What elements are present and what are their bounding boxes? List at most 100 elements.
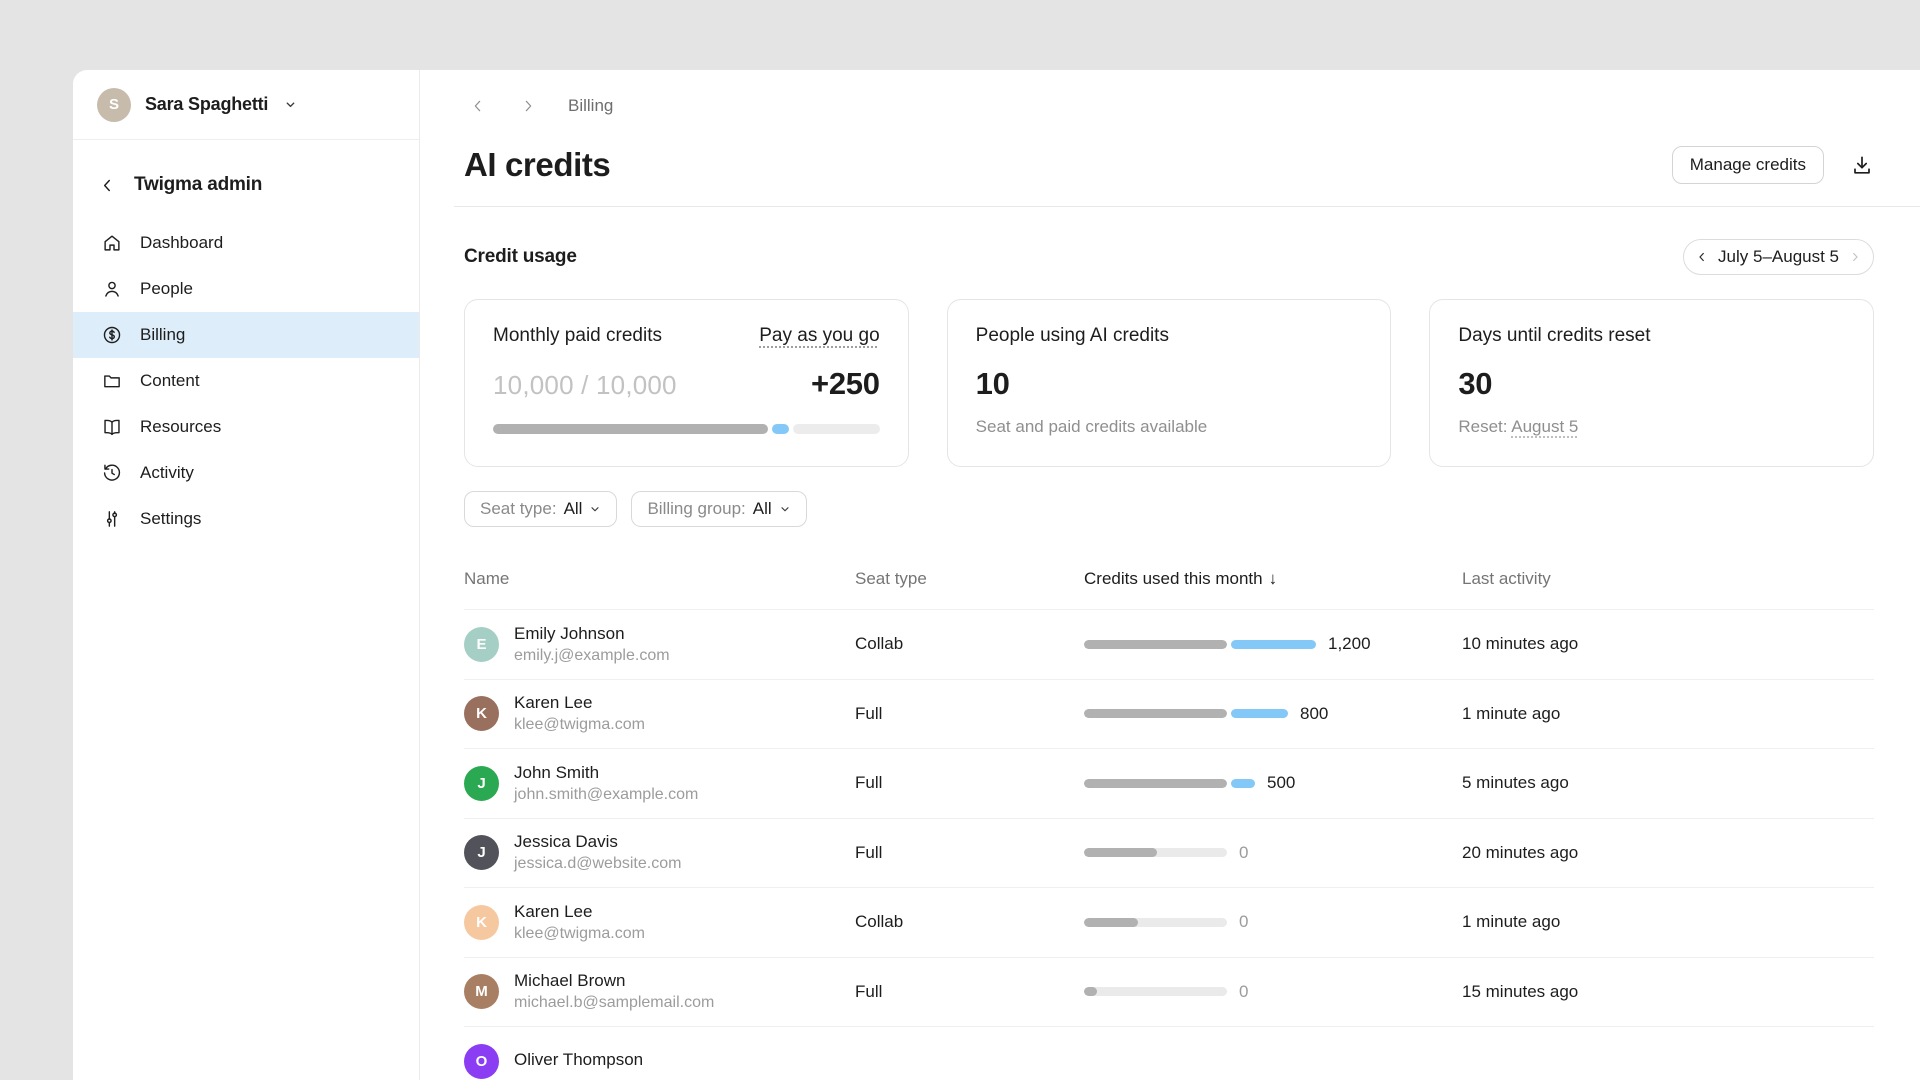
card-subtext: Seat and paid credits available (976, 417, 1363, 437)
sidebar-item-resources[interactable]: Resources (73, 404, 419, 450)
seat-credits-segment (1084, 848, 1157, 857)
sidebar-item-content[interactable]: Content (73, 358, 419, 404)
date-next-icon[interactable] (1849, 251, 1861, 263)
last-activity: 5 minutes ago (1462, 773, 1874, 793)
column-name[interactable]: Name (464, 569, 855, 589)
table-row[interactable]: J John Smith john.smith@example.com Full 500… (464, 748, 1874, 818)
days-count: 30 (1458, 366, 1492, 402)
sidebar-item-label: Activity (140, 463, 194, 483)
download-icon[interactable] (1850, 153, 1874, 177)
table-row[interactable]: KKaren Leeklee@twigma.comFull8001 minute… (464, 679, 1874, 749)
date-range-label: July 5–August 5 (1718, 247, 1839, 267)
user-email: michael.b@samplemail.com (514, 994, 714, 1012)
section-title: Credit usage (464, 246, 577, 268)
credits-bar-track (1084, 640, 1227, 649)
credit-usage-header: Credit usage July 5–August 5 (464, 239, 1874, 275)
table-row[interactable]: JJessica Davisjessica.d@website.comFull0… (464, 818, 1874, 888)
reset-date-link[interactable]: August 5 (1511, 417, 1578, 436)
date-prev-icon[interactable] (1696, 251, 1708, 263)
user-name: John Smith (514, 763, 698, 783)
seat-type: Full (855, 982, 1084, 1002)
sidebar-item-label: Settings (140, 509, 201, 529)
filter-label: Billing group: (647, 499, 745, 519)
credits-quota: 10,000 / 10,000 (493, 370, 677, 401)
sidebar-item-activity[interactable]: Activity (73, 450, 419, 496)
card-subtext: Reset: August 5 (1458, 417, 1845, 437)
workspace-title: Twigma admin (134, 174, 262, 196)
chevron-left-icon (99, 177, 116, 194)
account-switcher[interactable]: S Sara Spaghetti (73, 70, 419, 140)
pay-as-you-go-link[interactable]: Pay as you go (759, 325, 879, 347)
seat-type: Full (855, 843, 1084, 863)
remaining-track (793, 424, 880, 434)
table-body: EEmily Johnsonemily.j@example.comCollab1… (464, 609, 1874, 1080)
column-seat-type[interactable]: Seat type (855, 569, 1084, 589)
avatar: O (464, 1044, 499, 1079)
paid-credits-segment (1231, 709, 1288, 718)
user-name: Karen Lee (514, 693, 645, 713)
seat-credits-segment (1084, 987, 1097, 996)
sidebar-item-people[interactable]: People (73, 266, 419, 312)
table-row[interactable]: MMichael Brownmichael.b@samplemail.comFu… (464, 957, 1874, 1027)
credits-value: 500 (1267, 773, 1295, 793)
credits-bar-track (1084, 709, 1227, 718)
book-icon (101, 416, 123, 438)
filter-billing-group[interactable]: Billing group: All (631, 491, 806, 527)
table-row[interactable]: OOliver Thompson (464, 1026, 1874, 1080)
column-credits-used[interactable]: Credits used this month↓ (1084, 569, 1462, 589)
user-avatar: S (97, 88, 131, 122)
last-activity: 20 minutes ago (1462, 843, 1874, 863)
credits-value: 0 (1239, 982, 1248, 1002)
seat-type: Full (855, 773, 1084, 793)
main-content: Billing AI credits Manage credits Credit… (420, 70, 1920, 1080)
page-header: AI credits Manage credits (464, 146, 1874, 184)
table-row[interactable]: EEmily Johnsonemily.j@example.comCollab1… (464, 609, 1874, 679)
sidebar-item-label: Content (140, 371, 200, 391)
credits-used: 0 (1084, 982, 1462, 1002)
last-activity: 10 minutes ago (1462, 634, 1874, 654)
history-icon (101, 462, 123, 484)
card-monthly-paid-credits: Monthly paid credits Pay as you go 10,00… (464, 299, 909, 467)
home-icon (101, 232, 123, 254)
paid-credits-segment (1231, 640, 1316, 649)
table-filters: Seat type:All Billing group: All (464, 491, 1874, 527)
card-days-until-reset: Days until credits reset 30 Reset: Augus… (1429, 299, 1874, 467)
user-email: klee@twigma.com (514, 925, 645, 943)
filter-value: All (564, 499, 583, 519)
date-range-picker[interactable]: July 5–August 5 (1683, 239, 1874, 275)
chevron-down-icon (589, 503, 601, 515)
sidebar-item-label: People (140, 279, 193, 299)
forward-button[interactable] (514, 92, 542, 120)
card-title: People using AI credits (976, 325, 1169, 347)
sidebar-item-billing[interactable]: Billing (73, 312, 419, 358)
seat-type: Collab (855, 912, 1084, 932)
seat-credits-segment (1084, 918, 1138, 927)
seat-type: Full (855, 704, 1084, 724)
avatar: K (464, 696, 499, 731)
workspace-header[interactable]: Twigma admin (73, 140, 419, 220)
sidebar-item-settings[interactable]: Settings (73, 496, 419, 542)
table-header: Name Seat type Credits used this month↓ … (464, 549, 1874, 609)
filter-seat-type[interactable]: Seat type:All (464, 491, 617, 527)
last-activity: 1 minute ago (1462, 912, 1874, 932)
card-title: Days until credits reset (1458, 325, 1650, 347)
avatar: J (464, 766, 499, 801)
user-name: Emily Johnson (514, 624, 670, 644)
credits-value: 0 (1239, 843, 1248, 863)
credits-used: 800 (1084, 704, 1462, 724)
sliders-icon (101, 508, 123, 530)
payg-segment (772, 424, 789, 434)
user-email: john.smith@example.com (514, 786, 698, 804)
last-activity: 1 minute ago (1462, 704, 1874, 724)
table-row[interactable]: KKaren Leeklee@twigma.comCollab01 minute… (464, 887, 1874, 957)
billing-icon (101, 324, 123, 346)
credits-used: 500 (1084, 773, 1462, 793)
manage-credits-button[interactable]: Manage credits (1672, 146, 1824, 184)
credits-value: 1,200 (1328, 634, 1371, 654)
breadcrumb: Billing (464, 90, 1874, 122)
sidebar-item-dashboard[interactable]: Dashboard (73, 220, 419, 266)
credits-used: 1,200 (1084, 634, 1462, 654)
column-last-activity[interactable]: Last activity (1462, 569, 1874, 589)
filter-value: All (753, 499, 772, 519)
back-button[interactable] (464, 92, 492, 120)
